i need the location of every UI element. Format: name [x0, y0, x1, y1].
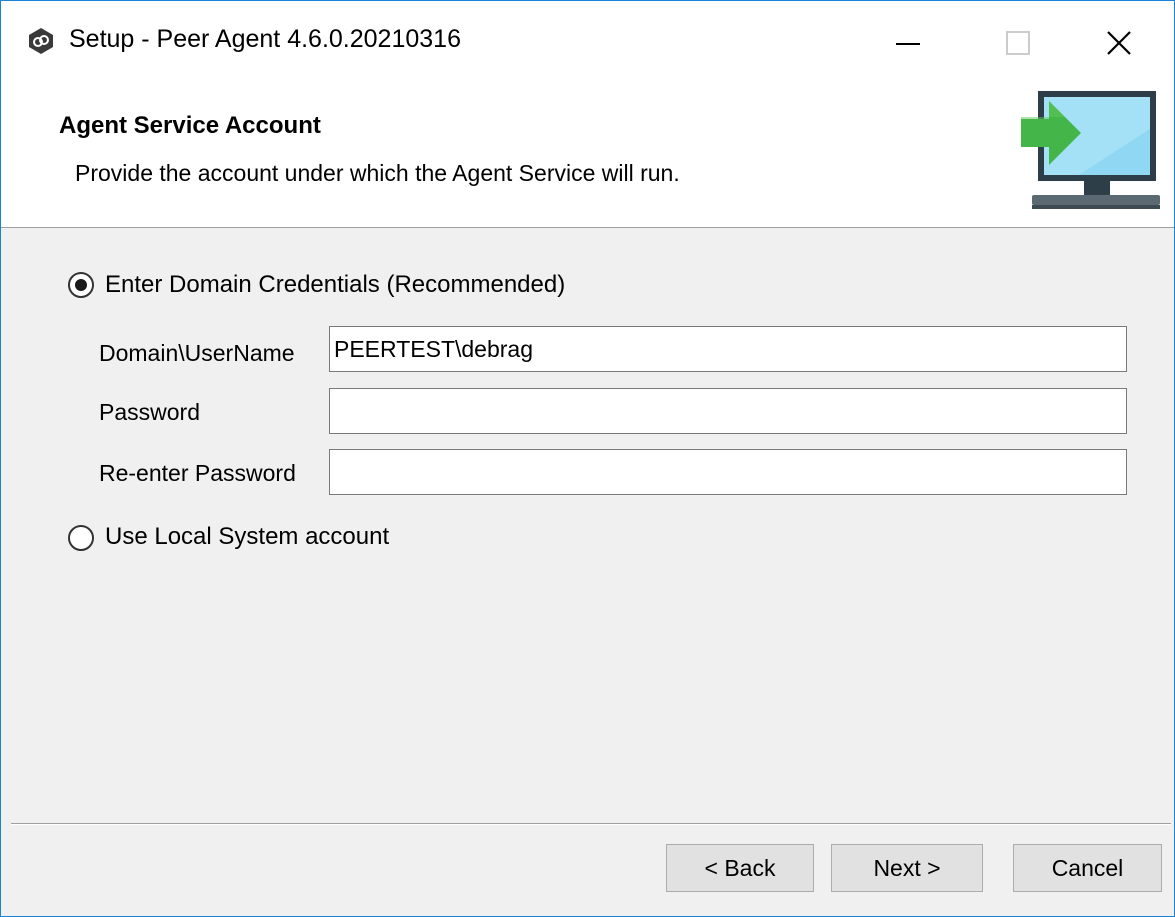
- password-label: Password: [99, 399, 200, 425]
- close-icon: [1107, 31, 1131, 55]
- page-header: Agent Service Account Provide the accoun…: [1, 85, 1174, 228]
- maximize-button[interactable]: [963, 1, 1073, 85]
- reenter-password-input[interactable]: [329, 449, 1127, 495]
- minimize-icon: [896, 43, 920, 45]
- reenter-password-label: Re-enter Password: [99, 460, 296, 486]
- close-button[interactable]: [1064, 1, 1174, 85]
- maximize-icon: [1006, 31, 1030, 55]
- username-label: Domain\UserName: [99, 340, 295, 366]
- title-bar[interactable]: Setup - Peer Agent 4.6.0.20210316: [1, 1, 1174, 85]
- cancel-button[interactable]: Cancel: [1013, 844, 1162, 892]
- password-input[interactable]: [329, 388, 1127, 434]
- next-button[interactable]: Next >: [831, 844, 983, 892]
- window-title: Setup - Peer Agent 4.6.0.20210316: [69, 25, 461, 53]
- minimize-button[interactable]: [853, 1, 963, 85]
- setup-window: Setup - Peer Agent 4.6.0.20210316 Agent …: [0, 0, 1175, 917]
- local-system-label[interactable]: Use Local System account: [105, 523, 389, 551]
- page-subtitle: Provide the account under which the Agen…: [75, 160, 680, 186]
- domain-credentials-label[interactable]: Enter Domain Credentials (Recommended): [105, 271, 565, 299]
- local-system-radio[interactable]: [68, 525, 94, 551]
- monitor-arrow-icon: [1021, 91, 1160, 209]
- back-button[interactable]: < Back: [666, 844, 814, 892]
- app-icon: [29, 28, 53, 54]
- username-input[interactable]: [329, 326, 1127, 372]
- domain-credentials-radio[interactable]: [68, 272, 94, 298]
- footer-divider: [11, 823, 1171, 825]
- page-title: Agent Service Account: [59, 112, 321, 139]
